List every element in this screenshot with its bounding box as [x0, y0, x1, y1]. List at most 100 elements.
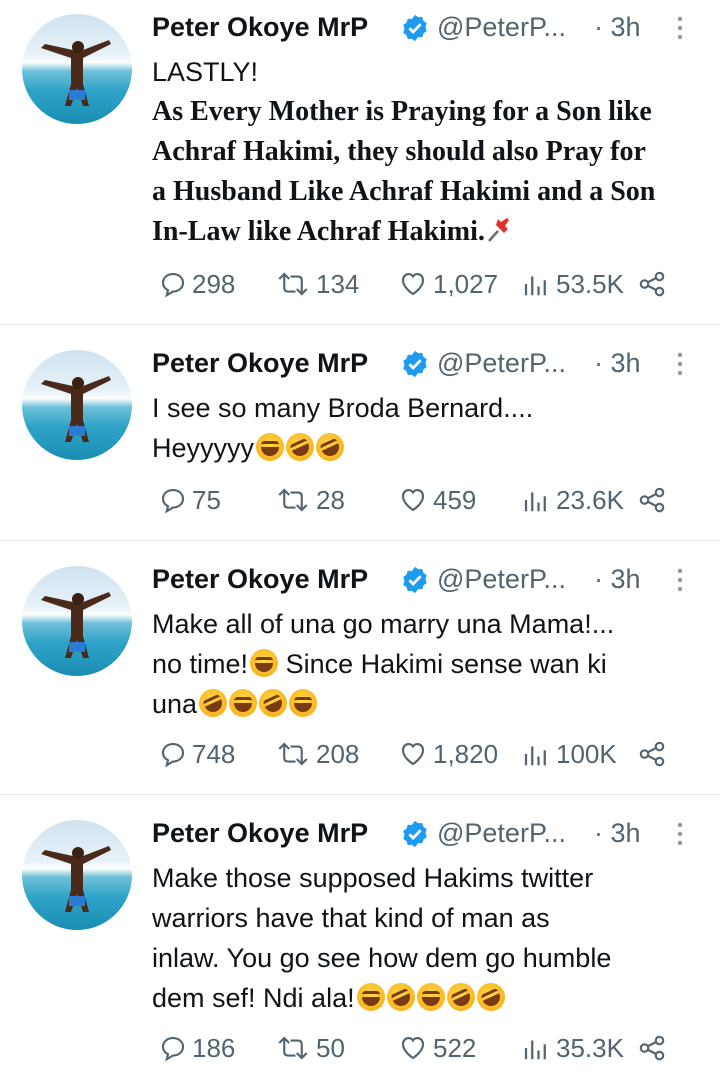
avatar[interactable] [22, 820, 132, 930]
avatar[interactable] [22, 350, 132, 460]
retweet-button[interactable]: 50 [274, 1030, 345, 1066]
retweet-icon [278, 488, 308, 512]
share-icon[interactable] [636, 739, 668, 769]
display-name[interactable]: Peter Okoye MrP [152, 818, 368, 849]
share-icon[interactable] [636, 485, 668, 515]
tweet-2[interactable]: Peter Okoye MrP @PeterP... · 3h I see so… [0, 336, 720, 536]
like-button[interactable]: 459 [397, 482, 476, 518]
more-options-icon[interactable] [670, 350, 690, 378]
tweet-text-line: a Husband Like Achraf Hakimi and a Son [152, 176, 656, 207]
views-button[interactable]: 100K [520, 736, 617, 772]
handle[interactable]: @PeterP... [437, 348, 566, 379]
views-count: 100K [556, 738, 617, 769]
tweet-text-line: Make all of una go marry una Mama!... [152, 609, 615, 639]
handle[interactable]: @PeterP... [437, 564, 566, 595]
display-name[interactable]: Peter Okoye MrP [152, 348, 368, 379]
rofl-emoji [254, 684, 292, 722]
tweet-text-line: LASTLY! [152, 57, 259, 87]
laughing-emoji [289, 689, 318, 717]
tweet-text-fragment: Heyyyyy [152, 433, 255, 463]
handle[interactable]: @PeterP... [437, 12, 566, 43]
views-icon [524, 276, 546, 296]
avatar[interactable] [22, 14, 132, 124]
tweet-text-fragment: una [152, 689, 198, 719]
timestamp[interactable]: · 3h [594, 564, 641, 595]
pushpin-icon [487, 218, 509, 242]
share-icon[interactable] [636, 269, 668, 299]
retweet-icon [278, 1036, 308, 1060]
tweet-text-line: In-Law like Achraf Hakimi. [152, 212, 702, 252]
share-icon[interactable] [636, 1033, 668, 1063]
retweet-icon [278, 272, 308, 296]
tweet-divider [0, 324, 720, 325]
views-icon [524, 492, 546, 512]
like-icon [401, 742, 425, 766]
views-button[interactable]: 35.3K [520, 1030, 624, 1066]
rofl-emoji [471, 978, 510, 1016]
tweet-3[interactable]: Peter Okoye MrP @PeterP... · 3h Make all… [0, 552, 720, 792]
like-button[interactable]: 1,027 [397, 266, 498, 302]
retweet-button[interactable]: 28 [274, 482, 345, 518]
tweet-text-line: Make those supposed Hakims twitter [152, 863, 594, 893]
display-name[interactable]: Peter Okoye MrP [152, 12, 368, 43]
avatar[interactable] [22, 566, 132, 676]
like-button[interactable]: 1,820 [397, 736, 498, 772]
laughing-emoji [229, 689, 258, 717]
reply-button[interactable]: 75 [158, 482, 221, 518]
more-options-icon[interactable] [670, 14, 690, 42]
tweet-text-fragment: no time! [152, 649, 249, 679]
verified-badge-icon [403, 566, 427, 594]
laughing-emoji [256, 433, 285, 461]
views-button[interactable]: 23.6K [520, 482, 624, 518]
reply-icon [161, 488, 185, 514]
views-icon [524, 746, 546, 766]
retweet-icon [278, 742, 308, 766]
tweet-4[interactable]: Peter Okoye MrP @PeterP... · 3h Make tho… [0, 806, 720, 1076]
tweet-actions: 298 134 1,027 53.5K [152, 266, 682, 302]
retweet-count: 134 [316, 268, 360, 299]
tweet-text-line: warriors have that kind of man as [152, 903, 550, 933]
retweet-count: 50 [316, 1032, 345, 1063]
display-name[interactable]: Peter Okoye MrP [152, 564, 368, 595]
more-options-icon[interactable] [670, 566, 690, 594]
tweet-text-fragment: In-Law like Achraf Hakimi. [152, 216, 485, 247]
reply-icon [161, 1036, 185, 1062]
reply-button[interactable]: 186 [158, 1030, 235, 1066]
views-count: 23.6K [556, 484, 624, 515]
views-button[interactable]: 53.5K [520, 266, 624, 302]
like-count: 522 [433, 1032, 477, 1063]
tweet-divider [0, 794, 720, 795]
tweet-text-line: Achraf Hakimi, they should also Pray for [152, 136, 646, 167]
retweet-button[interactable]: 134 [274, 266, 359, 302]
reply-button[interactable]: 298 [158, 266, 235, 302]
reply-icon [161, 742, 185, 768]
tweet-actions: 75 28 459 23.6K [152, 482, 682, 518]
tweet-text-line: I see so many Broda Bernard.... [152, 393, 534, 423]
rofl-emoji [441, 978, 480, 1016]
timestamp[interactable]: · 3h [594, 12, 641, 43]
tweet-text-line: As Every Mother is Praying for a Son lik… [152, 96, 652, 127]
tweet-text-line: no time! Since Hakimi sense wan ki [152, 644, 702, 684]
retweet-button[interactable]: 208 [274, 736, 359, 772]
tweet-text-fragment: dem sef! Ndi ala! [152, 983, 355, 1013]
laughing-emoji [250, 649, 279, 677]
avatar-figure [41, 592, 111, 658]
timestamp[interactable]: · 3h [594, 348, 641, 379]
tweet-1[interactable]: Peter Okoye MrP @PeterP... · 3h LASTLY! … [0, 0, 720, 322]
rofl-emoji [194, 684, 232, 722]
reply-button[interactable]: 748 [158, 736, 235, 772]
tweet-text: I see so many Broda Bernard.... Heyyyyy [152, 388, 702, 468]
like-count: 1,820 [433, 738, 499, 769]
reply-count: 186 [192, 1032, 236, 1063]
rofl-emoji [281, 428, 319, 466]
like-icon [401, 488, 425, 512]
handle[interactable]: @PeterP... [437, 818, 566, 849]
reply-count: 298 [192, 268, 236, 299]
like-button[interactable]: 522 [397, 1030, 476, 1066]
avatar-figure [41, 40, 111, 106]
tweet-actions: 186 50 522 35.3K [152, 1030, 682, 1066]
timestamp[interactable]: · 3h [594, 818, 641, 849]
more-options-icon[interactable] [670, 820, 690, 848]
tweet-divider [0, 540, 720, 541]
like-count: 459 [433, 484, 477, 515]
